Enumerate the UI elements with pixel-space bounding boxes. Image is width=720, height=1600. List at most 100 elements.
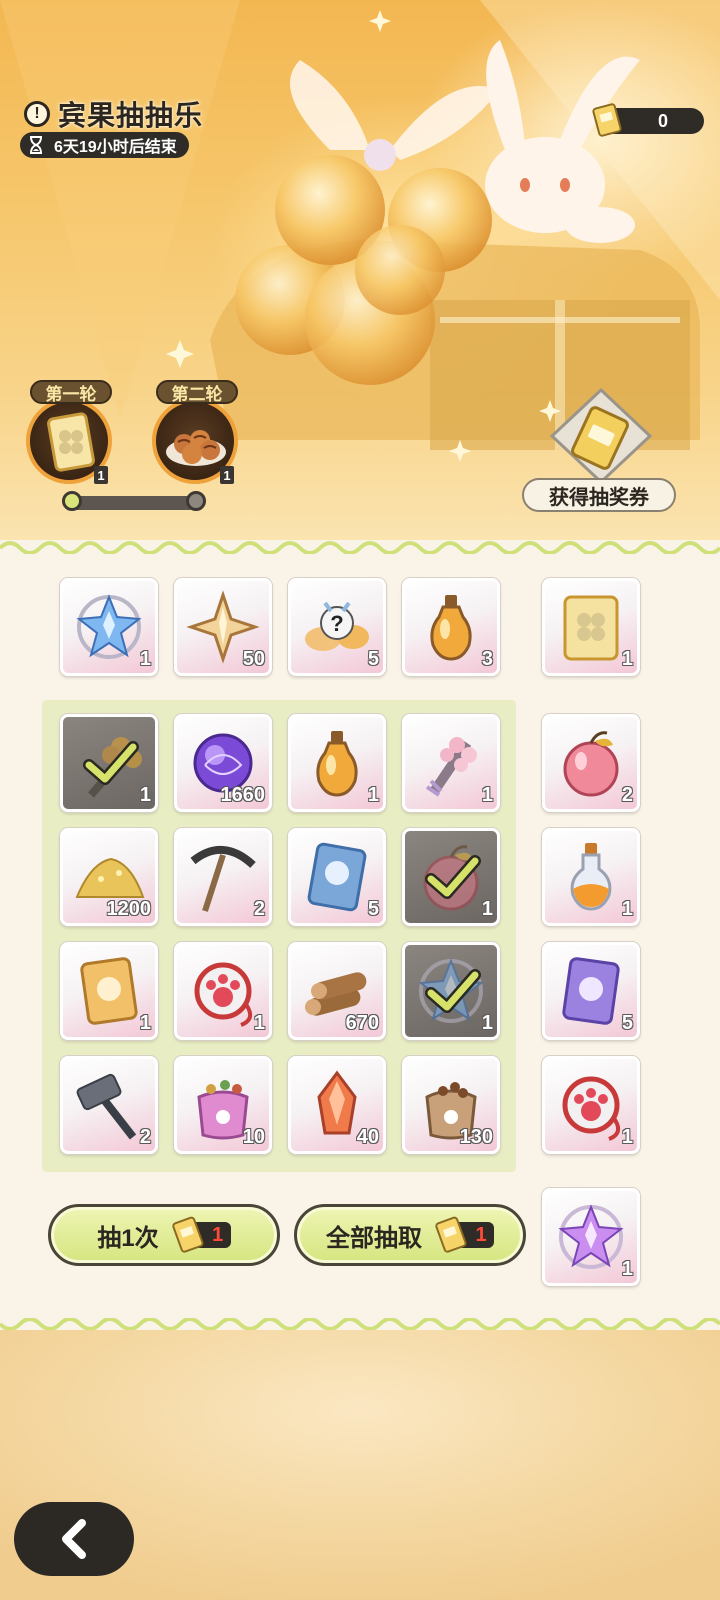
round-qty: 1 <box>94 466 108 484</box>
bingo-panel: 1 50? 5 3 1 1660 1 1 1200 2 5 1 1 1 670 1 2 10 40 130 1 2 1 5 1 1… <box>0 540 720 1331</box>
purple-star-crystal-icon <box>558 1204 624 1269</box>
round-label: 第二轮 <box>156 380 238 404</box>
pickaxe-icon <box>190 845 256 912</box>
event-timer: 6天19小时后结束 <box>20 132 189 158</box>
round-progress-track <box>70 496 196 510</box>
get-ticket-button[interactable]: 获得抽奖券 <box>520 388 680 518</box>
draw-all-cost: 1 <box>432 1216 494 1254</box>
draw-all-label: 全部抽取 <box>326 1224 422 1252</box>
item-qty: 1 <box>621 898 633 920</box>
item-qty: 1200 <box>106 898 152 920</box>
item-qty: 5 <box>367 648 379 670</box>
amber-potion-icon <box>430 595 472 661</box>
top-row-reward[interactable]: 1 <box>60 578 158 676</box>
bingo-cell[interactable]: 670 <box>288 942 386 1040</box>
line-bonus-reward[interactable]: 1 <box>542 1188 640 1286</box>
lottery-ticket-icon <box>435 1216 467 1253</box>
lottery-ticket-icon <box>549 388 653 484</box>
ticket-counter: 0 <box>592 103 704 137</box>
round-progress-dot-active <box>62 491 82 511</box>
bingo-cell[interactable]: 5 <box>288 828 386 926</box>
bingo-cell[interactable]: 40 <box>288 1056 386 1154</box>
purple-character-card-icon <box>562 957 620 1025</box>
check-mark-icon <box>83 741 139 785</box>
paw-charm-icon <box>194 962 253 1027</box>
round-qty: 1 <box>220 466 234 484</box>
top-row-reward[interactable]: 3 <box>402 578 500 676</box>
back-button[interactable] <box>14 1502 134 1576</box>
draw-once-button[interactable]: 抽1次 1 <box>48 1204 280 1266</box>
item-qty: 1 <box>481 1012 493 1034</box>
check-mark-icon <box>425 855 481 899</box>
item-qty: 1 <box>481 784 493 806</box>
bingo-cell-claimed[interactable]: 1 <box>60 714 158 812</box>
bingo-cell[interactable]: 1 <box>402 714 500 812</box>
round-two[interactable]: 第二轮 1 <box>150 380 242 484</box>
item-qty: 1 <box>139 784 151 806</box>
item-qty: 130 <box>459 1126 493 1148</box>
bingo-cell-claimed[interactable]: 1 <box>402 828 500 926</box>
bingo-cell[interactable]: 1660 <box>174 714 272 812</box>
item-qty: 2 <box>621 784 633 806</box>
item-qty: 3 <box>481 648 493 670</box>
event-title: 宾果抽抽乐 <box>58 100 204 131</box>
top-row-reward[interactable]: 50 <box>174 578 272 676</box>
round-one[interactable]: 第一轮 1 <box>24 380 116 484</box>
orange-potion-bottle-icon <box>570 843 612 911</box>
item-qty: 10 <box>242 1126 265 1148</box>
panel-top-edge <box>0 541 720 554</box>
item-qty: 2 <box>139 1126 151 1148</box>
item-qty: 1 <box>367 784 379 806</box>
bingo-cell[interactable]: 130 <box>402 1056 500 1154</box>
item-qty: 50 <box>242 648 265 670</box>
bingo-cell[interactable]: 1 <box>60 942 158 1040</box>
timer-text: 6天19小时后结束 <box>54 139 177 156</box>
line-bonus-reward[interactable]: 1 <box>542 828 640 926</box>
lottery-ticket-icon <box>592 103 622 137</box>
lottery-ticket-icon <box>171 1216 204 1253</box>
pink-apple-icon <box>563 731 619 797</box>
mystery-spirit-icon: ? <box>305 601 369 651</box>
check-mark-icon <box>425 969 481 1013</box>
line-bonus-reward[interactable]: 1 <box>542 1056 640 1154</box>
item-qty: 1660 <box>220 784 266 806</box>
blue-star-crystal-icon <box>76 594 142 659</box>
bingo-cell[interactable]: 2 <box>174 828 272 926</box>
draw-all-button[interactable]: 全部抽取 1 <box>294 1204 526 1266</box>
amber-potion-icon <box>316 731 358 797</box>
item-qty: 2 <box>253 898 265 920</box>
item-qty: 1 <box>481 898 493 920</box>
line-bonus-reward[interactable]: 5 <box>542 942 640 1040</box>
event-title-row: ! 宾果抽抽乐 <box>24 94 203 134</box>
hourglass-icon <box>30 136 42 154</box>
info-icon[interactable]: ! <box>24 101 50 127</box>
item-qty: 1 <box>621 648 633 670</box>
draw-once-label: 抽1次 <box>97 1224 159 1252</box>
gold-character-card-icon <box>80 957 138 1025</box>
cherry-blossom-bouquet-icon <box>425 737 477 797</box>
bingo-cell[interactable]: 1200 <box>60 828 158 926</box>
bingo-cell[interactable]: 1 <box>288 714 386 812</box>
item-qty: 5 <box>621 1012 633 1034</box>
bingo-cell-claimed[interactable]: 1 <box>402 942 500 1040</box>
item-qty: 1 <box>139 648 151 670</box>
event-banner: ! 宾果抽抽乐 6天19小时后结束 0 第一轮 1 第二轮 1 获得抽奖券 <box>0 0 720 560</box>
chevron-left-icon <box>62 1519 86 1559</box>
item-qty: 1 <box>253 1012 265 1034</box>
item-qty: 1 <box>139 1012 151 1034</box>
svg-text:?: ? <box>330 611 343 636</box>
bingo-cell[interactable]: 10 <box>174 1056 272 1154</box>
item-qty: 40 <box>356 1126 379 1148</box>
top-row-reward[interactable]: ? 5 <box>288 578 386 676</box>
get-ticket-label: 获得抽奖券 <box>522 478 676 512</box>
bingo-cell[interactable]: 2 <box>60 1056 158 1154</box>
item-qty: 1 <box>621 1258 633 1280</box>
round-label: 第一轮 <box>30 380 112 404</box>
bingo-cell[interactable]: 1 <box>174 942 272 1040</box>
item-qty: 670 <box>345 1012 379 1034</box>
item-qty: 1 <box>621 1126 633 1148</box>
item-qty: 5 <box>367 898 379 920</box>
draw-once-cost: 1 <box>169 1216 231 1254</box>
line-bonus-reward[interactable]: 1 <box>542 578 640 676</box>
line-bonus-reward[interactable]: 2 <box>542 714 640 812</box>
